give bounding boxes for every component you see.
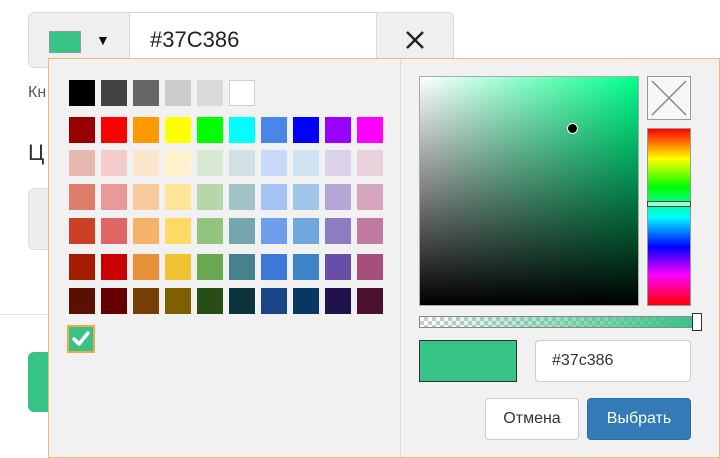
hue-slider-handle[interactable]: [647, 201, 691, 207]
palette-swatch[interactable]: [229, 184, 255, 210]
palette-swatch[interactable]: [229, 288, 255, 314]
color-preview: [419, 340, 517, 382]
current-color-swatch: [49, 31, 81, 53]
palette-swatch[interactable]: [325, 288, 351, 314]
palette-swatch[interactable]: [133, 117, 159, 143]
background-label-ts: Ц: [28, 140, 45, 165]
palette-swatch[interactable]: [133, 150, 159, 176]
palette-swatch[interactable]: [325, 117, 351, 143]
palette-swatch[interactable]: [357, 288, 383, 314]
palette-swatch[interactable]: [325, 184, 351, 210]
palette-swatch[interactable]: [133, 218, 159, 244]
palette-swatch[interactable]: [261, 254, 287, 280]
sv-pointer[interactable]: [567, 123, 578, 134]
palette-swatch[interactable]: [133, 80, 159, 106]
hex-value-input[interactable]: [535, 340, 691, 382]
caret-down-icon: ▼: [96, 32, 110, 48]
palette-swatch[interactable]: [101, 288, 127, 314]
palette-swatch[interactable]: [69, 150, 95, 176]
palette-swatch[interactable]: [261, 150, 287, 176]
palette-swatch[interactable]: [325, 150, 351, 176]
selected-color-swatch[interactable]: [67, 325, 95, 353]
palette-swatch[interactable]: [101, 117, 127, 143]
color-picker-dropdown: Отмена Выбрать: [48, 58, 720, 458]
palette-swatch[interactable]: [261, 288, 287, 314]
palette-swatch[interactable]: [197, 218, 223, 244]
palette-swatch[interactable]: [229, 80, 255, 106]
palette-swatch[interactable]: [197, 288, 223, 314]
palette-swatch[interactable]: [101, 150, 127, 176]
palette-swatch[interactable]: [261, 117, 287, 143]
palette-swatch[interactable]: [101, 254, 127, 280]
palette-swatch[interactable]: [69, 184, 95, 210]
palette-swatch[interactable]: [293, 184, 319, 210]
hue-slider[interactable]: [647, 128, 691, 306]
saturation-value-area[interactable]: [419, 76, 639, 306]
palette-swatch[interactable]: [165, 254, 191, 280]
palette-swatch[interactable]: [133, 254, 159, 280]
alpha-slider-handle[interactable]: [692, 313, 702, 331]
palette-swatch[interactable]: [69, 80, 95, 106]
palette-swatch[interactable]: [357, 184, 383, 210]
palette-swatch[interactable]: [357, 254, 383, 280]
cancel-button[interactable]: Отмена: [485, 398, 579, 440]
palette-swatch[interactable]: [293, 150, 319, 176]
alpha-slider[interactable]: [419, 313, 702, 331]
palette-swatch[interactable]: [325, 218, 351, 244]
palette-swatch[interactable]: [197, 184, 223, 210]
picker-pane: Отмена Выбрать: [401, 59, 720, 457]
palette-swatch[interactable]: [165, 184, 191, 210]
palette-swatch[interactable]: [357, 150, 383, 176]
palette-swatch[interactable]: [165, 150, 191, 176]
palette-swatch[interactable]: [357, 117, 383, 143]
palette-swatch[interactable]: [101, 184, 127, 210]
choose-button[interactable]: Выбрать: [587, 398, 691, 440]
palette-swatch[interactable]: [197, 150, 223, 176]
palette-swatch[interactable]: [357, 218, 383, 244]
palette-swatch[interactable]: [261, 218, 287, 244]
palette-swatch[interactable]: [165, 80, 191, 106]
palette-swatch[interactable]: [229, 254, 255, 280]
palette-swatch[interactable]: [293, 117, 319, 143]
close-icon: [406, 31, 424, 49]
no-color-icon: [651, 80, 687, 116]
no-color-button[interactable]: [647, 76, 691, 120]
palette-swatch[interactable]: [229, 150, 255, 176]
palette-pane: [49, 59, 401, 457]
checkmark-icon: [72, 331, 90, 346]
palette-swatch[interactable]: [293, 254, 319, 280]
background-label-kn: Кн: [28, 84, 47, 101]
palette-swatch[interactable]: [101, 80, 127, 106]
palette-swatch[interactable]: [69, 254, 95, 280]
palette-swatch[interactable]: [197, 80, 223, 106]
palette-swatch[interactable]: [165, 288, 191, 314]
palette-swatch[interactable]: [165, 218, 191, 244]
palette-swatch[interactable]: [261, 184, 287, 210]
palette-swatch[interactable]: [133, 184, 159, 210]
palette-swatch[interactable]: [165, 117, 191, 143]
palette-swatch[interactable]: [133, 288, 159, 314]
palette-swatch[interactable]: [197, 254, 223, 280]
palette-swatch[interactable]: [69, 288, 95, 314]
palette-swatch[interactable]: [101, 218, 127, 244]
palette-swatch[interactable]: [229, 218, 255, 244]
palette-swatch[interactable]: [197, 117, 223, 143]
palette-swatch[interactable]: [69, 218, 95, 244]
palette-swatch[interactable]: [69, 117, 95, 143]
palette-swatch[interactable]: [325, 254, 351, 280]
palette-swatch[interactable]: [229, 117, 255, 143]
palette-swatch[interactable]: [293, 288, 319, 314]
palette-swatch[interactable]: [293, 218, 319, 244]
